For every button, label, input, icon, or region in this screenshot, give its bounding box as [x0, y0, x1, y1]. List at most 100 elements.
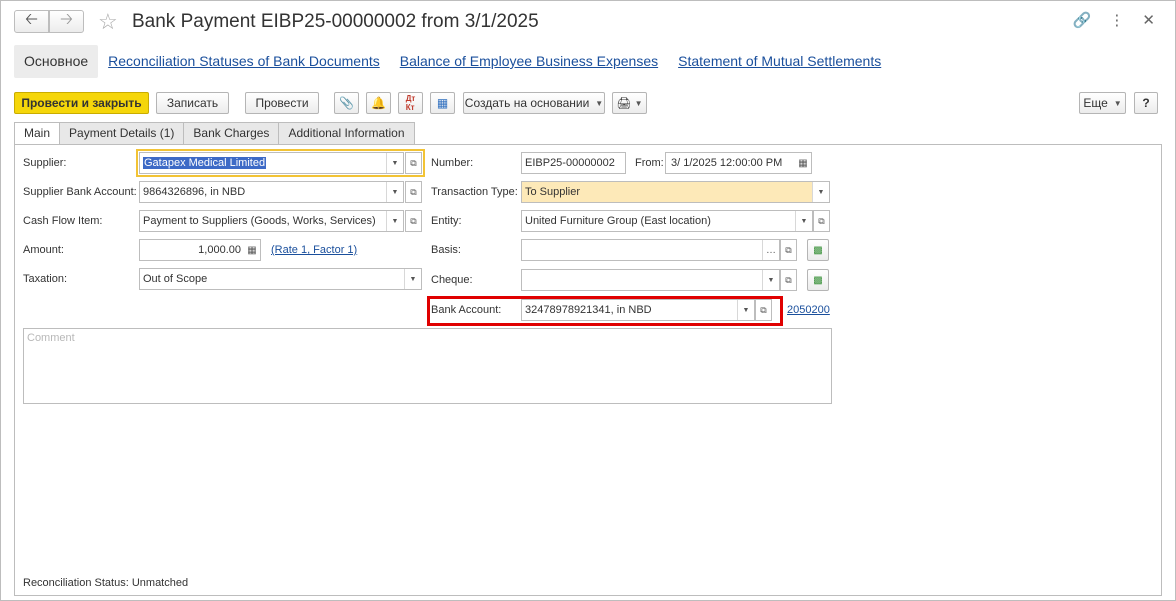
page-title: Bank Payment EIBP25-00000002 from 3/1/20… — [132, 11, 539, 32]
section-tab-main[interactable]: Основное — [14, 45, 99, 78]
rate-link[interactable]: (Rate 1, Factor 1) — [271, 244, 357, 256]
open-icon: ⧉ — [410, 215, 417, 226]
reconciliation-status-label: Reconciliation Status: — [23, 577, 129, 589]
more-vertical-icon[interactable]: ⋮ — [1109, 11, 1124, 29]
cash-flow-label: Cash Flow Item: — [23, 215, 103, 227]
more-label: Еще — [1083, 96, 1108, 110]
chevron-down-icon: ▼ — [595, 98, 604, 108]
section-tab-mutual-settlements[interactable]: Statement of Mutual Settlements — [668, 45, 891, 78]
section-tab-reconciliation[interactable]: Reconciliation Statuses of Bank Document… — [98, 45, 390, 78]
cheque-add-button[interactable]: ▩ — [807, 269, 829, 291]
back-button[interactable]: 🡠 — [14, 10, 49, 33]
basis-field[interactable]: … — [521, 239, 780, 261]
tab-main[interactable]: Main — [14, 122, 61, 145]
tab-bank-charges[interactable]: Bank Charges — [183, 122, 280, 144]
chevron-down-icon[interactable]: ▼ — [386, 182, 403, 202]
create-based-on-button[interactable]: Создать на основании ▼ — [463, 92, 605, 114]
entity-label: Entity: — [431, 215, 462, 227]
supplier-label: Supplier: — [23, 157, 67, 169]
notify-button[interactable]: 🔔 — [366, 92, 391, 114]
from-label: From: — [635, 157, 664, 169]
number-field[interactable]: EIBP25-00000002 — [521, 152, 626, 174]
chevron-down-icon[interactable]: ▼ — [404, 269, 421, 289]
link-icon[interactable]: 🔗 — [1073, 11, 1092, 29]
open-icon: ⧉ — [410, 186, 417, 197]
chevron-down-icon[interactable]: ▼ — [386, 211, 403, 231]
transaction-type-value: To Supplier — [525, 186, 581, 198]
chevron-down-icon[interactable]: ▼ — [762, 270, 779, 290]
cash-flow-field[interactable]: Payment to Suppliers (Goods, Works, Serv… — [139, 210, 404, 232]
transaction-type-label: Transaction Type: — [431, 186, 518, 198]
chevron-down-icon[interactable]: ▼ — [737, 300, 754, 320]
bank-account-open-button[interactable]: ⧉ — [755, 299, 772, 321]
add-document-icon: ▩ — [813, 244, 823, 256]
amount-label: Amount: — [23, 244, 64, 256]
section-tabs: Основное Reconciliation Statuses of Bank… — [14, 45, 891, 78]
supplier-open-button[interactable]: ⧉ — [405, 152, 422, 174]
tab-payment-details[interactable]: Payment Details (1) — [59, 122, 185, 144]
open-icon: ⧉ — [818, 215, 825, 226]
tab-additional-information[interactable]: Additional Information — [278, 122, 415, 144]
paperclip-icon: 📎 — [339, 96, 354, 110]
dt-kt-button[interactable]: Дт Кт — [398, 92, 423, 114]
taxation-label: Taxation: — [23, 273, 68, 285]
print-button[interactable]: 🖨 ▼ — [612, 92, 647, 114]
debit-credit-icon: Дт Кт — [405, 94, 416, 112]
cheque-field[interactable]: ▼ — [521, 269, 780, 291]
attach-button[interactable]: 📎 — [334, 92, 359, 114]
reconciliation-status: Reconciliation Status: Unmatched — [23, 577, 188, 589]
basis-open-button[interactable]: ⧉ — [780, 239, 797, 261]
printer-icon: 🖨 — [616, 96, 632, 110]
add-document-icon: ▩ — [813, 274, 823, 286]
taxation-value: Out of Scope — [143, 273, 208, 285]
amount-field[interactable]: 1,000.00 ▦ — [139, 239, 261, 261]
reconciliation-status-value: Unmatched — [131, 577, 189, 589]
chevron-down-icon[interactable]: ▼ — [386, 153, 403, 173]
chevron-down-icon[interactable]: ▼ — [812, 182, 829, 202]
supplier-value: Gatapex Medical Limited — [143, 157, 267, 169]
ellipsis-icon[interactable]: … — [762, 240, 779, 260]
comment-field[interactable]: Comment — [23, 328, 832, 404]
transaction-type-field[interactable]: To Supplier ▼ — [521, 181, 830, 203]
taxation-field[interactable]: Out of Scope ▼ — [139, 268, 422, 290]
command-bar: Провести и закрыть Записать Провести 📎 🔔… — [14, 92, 1158, 114]
open-icon: ⧉ — [760, 304, 767, 315]
number-label: Number: — [431, 157, 474, 169]
chevron-down-icon: ▼ — [634, 98, 643, 108]
supplier-bank-open-button[interactable]: ⧉ — [405, 181, 422, 203]
post-button[interactable]: Провести — [245, 92, 319, 114]
supplier-bank-field[interactable]: 9864326896, in NBD ▼ — [139, 181, 404, 203]
forward-button[interactable]: 🡢 — [49, 10, 84, 33]
section-tab-employee-expenses[interactable]: Balance of Employee Business Expenses — [390, 45, 668, 78]
cheque-open-button[interactable]: ⧉ — [780, 269, 797, 291]
arrow-left-icon: 🡠 — [25, 11, 38, 28]
close-icon[interactable]: ✕ — [1142, 11, 1155, 29]
supplier-bank-label: Supplier Bank Account: — [23, 186, 137, 198]
number-value: EIBP25-00000002 — [525, 157, 615, 169]
calculator-icon[interactable]: ▦ — [244, 240, 260, 260]
open-icon: ⧉ — [785, 244, 792, 255]
basis-add-button[interactable]: ▩ — [807, 239, 829, 261]
entity-open-button[interactable]: ⧉ — [813, 210, 830, 232]
entity-field[interactable]: United Furniture Group (East location) ▼ — [521, 210, 813, 232]
more-button[interactable]: Еще ▼ — [1079, 92, 1126, 114]
amount-value: 1,000.00 — [198, 244, 241, 256]
post-and-close-button[interactable]: Провести и закрыть — [14, 92, 149, 114]
chevron-down-icon: ▼ — [1113, 98, 1122, 108]
bank-account-field[interactable]: 32478978921341, in NBD ▼ — [521, 299, 755, 321]
bank-account-label: Bank Account: — [431, 304, 502, 316]
help-button[interactable]: ? — [1134, 92, 1158, 114]
structure-button[interactable]: ▦ — [430, 92, 455, 114]
cheque-label: Cheque: — [431, 274, 473, 286]
date-field[interactable]: 3/ 1/2025 12:00:00 PM ▦ — [665, 152, 812, 174]
star-icon[interactable]: ☆ — [98, 9, 118, 35]
bank-account-balance-link[interactable]: 2050200 — [787, 304, 830, 316]
date-value: 3/ 1/2025 12:00:00 PM — [671, 157, 783, 169]
save-button[interactable]: Записать — [156, 92, 229, 114]
chevron-down-icon[interactable]: ▼ — [795, 211, 812, 231]
calendar-icon[interactable]: ▦ — [795, 153, 811, 173]
bell-icon: 🔔 — [371, 96, 386, 110]
structure-icon: ▦ — [436, 96, 449, 110]
cash-flow-open-button[interactable]: ⧉ — [405, 210, 422, 232]
supplier-field[interactable]: Gatapex Medical Limited ▼ — [139, 152, 404, 174]
